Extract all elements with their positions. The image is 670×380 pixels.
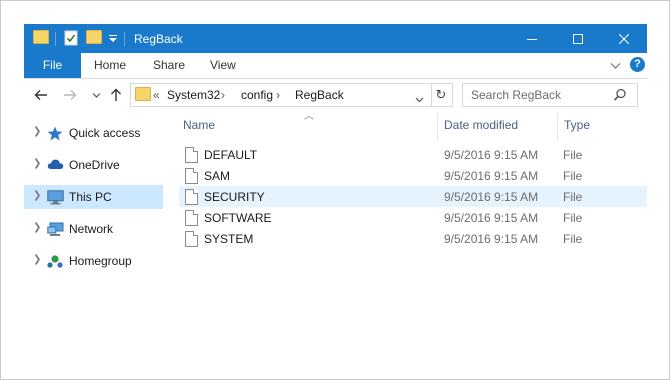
nav-item-this-pc[interactable]: ❯ This PC [24, 185, 163, 209]
file-type: File [563, 211, 583, 225]
minimize-button[interactable] [509, 24, 555, 53]
file-date: 9/5/2016 9:15 AM [444, 211, 539, 225]
up-button[interactable] [108, 87, 124, 103]
file-date: 9/5/2016 9:15 AM [444, 148, 539, 162]
expand-ribbon-icon[interactable] [610, 59, 621, 73]
title-bar: RegBack [24, 24, 647, 53]
nav-item-label: OneDrive [69, 158, 120, 172]
address-bar[interactable]: « System32 › config › RegBack [130, 83, 432, 107]
folder-icon [33, 30, 49, 44]
properties-icon[interactable] [64, 30, 78, 47]
explorer-window: RegBack File Home Share View ? « System3… [0, 0, 670, 380]
breadcrumb-separator-icon[interactable]: › [276, 88, 280, 102]
chevron-right-icon[interactable]: ❯ [33, 190, 41, 201]
chevron-right-icon[interactable]: ❯ [33, 158, 41, 169]
chevron-right-icon[interactable]: ❯ [33, 126, 41, 137]
column-header-name[interactable]: Name [183, 111, 215, 139]
forward-button[interactable] [62, 87, 78, 103]
breadcrumb-overflow[interactable]: « [153, 88, 160, 102]
nav-item-homegroup[interactable]: ❯ Homegroup [24, 249, 163, 273]
divider [55, 32, 56, 46]
help-icon[interactable]: ? [630, 57, 645, 72]
file-list: ︿ Name Date modified Type DEFAULT 9/5/20… [171, 111, 647, 379]
file-name: SOFTWARE [204, 211, 272, 225]
file-date: 9/5/2016 9:15 AM [444, 190, 539, 204]
nav-item-label: Network [69, 222, 114, 236]
column-header-date-modified[interactable]: Date modified [444, 111, 518, 139]
window-title: RegBack [134, 32, 183, 46]
nav-item-label: Quick access [69, 126, 141, 140]
nav-item-quick-access[interactable]: ❯ Quick access [24, 121, 163, 145]
nav-item-onedrive[interactable]: ❯ OneDrive [24, 153, 163, 177]
file-date: 9/5/2016 9:15 AM [444, 232, 539, 246]
file-icon [185, 147, 198, 163]
file-date: 9/5/2016 9:15 AM [444, 169, 539, 183]
table-row[interactable]: SECURITY 9/5/2016 9:15 AM File [179, 186, 647, 207]
breadcrumb-system32[interactable]: System32 [167, 88, 220, 102]
computer-icon [47, 190, 64, 205]
folder-icon [135, 87, 151, 101]
file-name: SAM [204, 169, 231, 183]
cloud-icon [47, 158, 64, 172]
tab-share[interactable]: Share [153, 53, 185, 78]
maximize-button[interactable] [555, 24, 601, 53]
file-type: File [563, 169, 583, 183]
chevron-right-icon[interactable]: ❯ [33, 222, 41, 233]
customize-toolbar-icon[interactable] [108, 33, 118, 50]
table-row[interactable]: DEFAULT 9/5/2016 9:15 AM File [179, 144, 647, 165]
file-icon [185, 189, 198, 205]
table-row[interactable]: SYSTEM 9/5/2016 9:15 AM File [179, 228, 647, 249]
file-icon [185, 231, 198, 247]
new-folder-icon[interactable] [86, 30, 102, 44]
star-icon [47, 126, 63, 141]
search-input[interactable]: Search RegBack [462, 83, 638, 107]
close-button[interactable] [601, 24, 647, 53]
address-row: « System32 › config › RegBack ↻ Search R… [24, 79, 647, 111]
file-icon [185, 168, 198, 184]
refresh-button[interactable]: ↻ [430, 83, 453, 107]
homegroup-icon [47, 254, 63, 268]
file-icon [185, 210, 198, 226]
tab-home[interactable]: Home [94, 53, 126, 78]
column-header-type[interactable]: Type [564, 111, 590, 139]
nav-item-label: Homegroup [69, 254, 132, 268]
search-icon[interactable] [613, 88, 627, 105]
nav-item-network[interactable]: ❯ Network [24, 217, 163, 241]
file-type: File [563, 148, 583, 162]
file-type: File [563, 232, 583, 246]
network-icon [47, 222, 64, 236]
breadcrumb-regback[interactable]: RegBack [295, 88, 344, 102]
column-divider[interactable] [557, 113, 558, 139]
breadcrumb-separator-icon[interactable]: › [221, 88, 225, 102]
nav-item-label: This PC [69, 190, 112, 204]
divider [124, 32, 125, 46]
recent-locations-icon[interactable] [88, 87, 104, 103]
table-row[interactable]: SOFTWARE 9/5/2016 9:15 AM File [179, 207, 647, 228]
ribbon: File Home Share View ? [24, 53, 647, 79]
breadcrumb-config[interactable]: config [241, 88, 273, 102]
search-placeholder: Search RegBack [471, 88, 562, 102]
file-name: SECURITY [204, 190, 265, 204]
file-type: File [563, 190, 583, 204]
address-dropdown-icon[interactable] [415, 92, 424, 106]
table-row[interactable]: SAM 9/5/2016 9:15 AM File [179, 165, 647, 186]
file-name: DEFAULT [204, 148, 258, 162]
back-button[interactable] [33, 87, 49, 103]
navigation-pane: ❯ Quick access ❯ OneDrive ❯ This PC ❯ Ne… [24, 111, 163, 379]
tab-file[interactable]: File [24, 53, 81, 78]
tab-view[interactable]: View [210, 53, 236, 78]
chevron-right-icon[interactable]: ❯ [33, 254, 41, 265]
sort-ascending-icon: ︿ [304, 111, 314, 122]
column-divider[interactable] [437, 113, 438, 139]
file-name: SYSTEM [204, 232, 254, 246]
